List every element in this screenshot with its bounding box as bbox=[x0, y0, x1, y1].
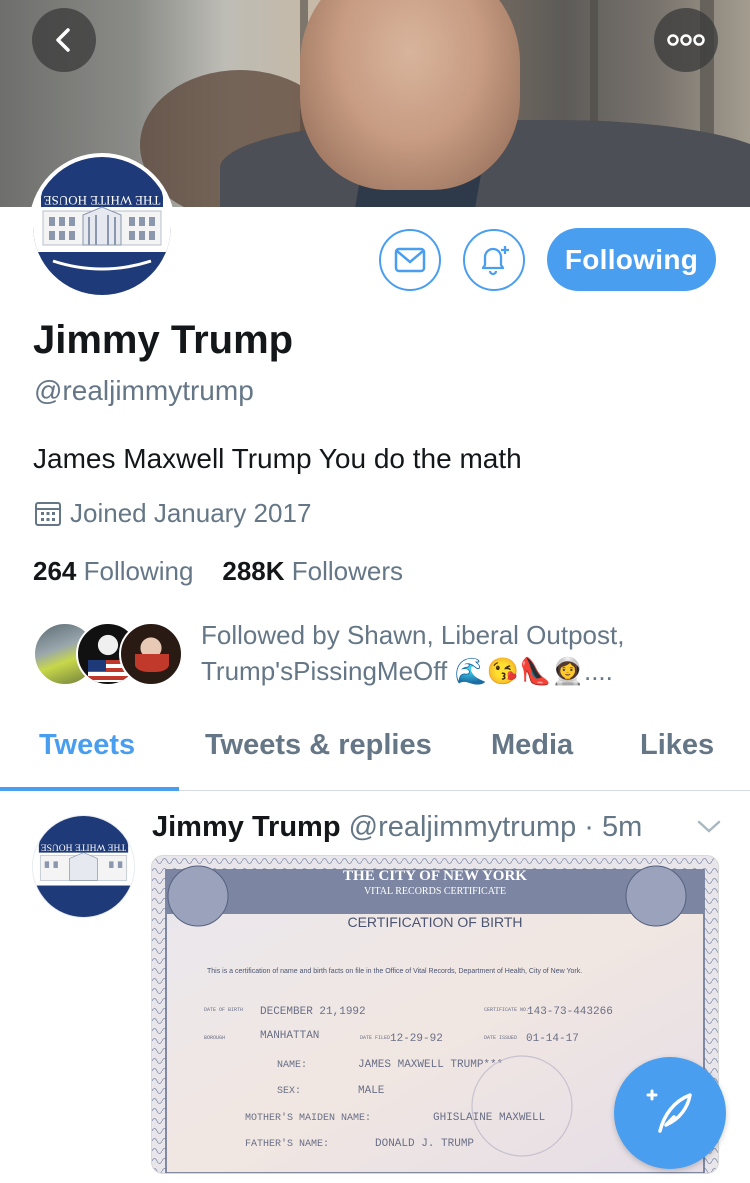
cert-heading: CERTIFICATION OF BIRTH bbox=[347, 914, 522, 930]
tweet-author-avatar[interactable]: WASHINGTON THE WHITE HOUSE bbox=[32, 815, 135, 918]
svg-text:12-29-92: 12-29-92 bbox=[390, 1033, 443, 1045]
white-house-logo-icon: WASHINGTON THE WHITE HOUSE bbox=[33, 816, 134, 917]
cert-city: THE CITY OF NEW YORK bbox=[343, 868, 527, 884]
svg-text:WASHINGTON: WASHINGTON bbox=[72, 169, 132, 179]
followers-count-link[interactable]: 288K Followers bbox=[222, 556, 403, 586]
svg-text:SEX:: SEX: bbox=[277, 1086, 301, 1097]
profile-avatar[interactable]: WASHINGTON THE WHITE HOUSE bbox=[29, 153, 175, 299]
followed-by-text[interactable]: Followed by Shawn, Liberal Outpost, Trum… bbox=[201, 617, 721, 689]
back-arrow-icon bbox=[56, 28, 70, 52]
tab-tweets-and-replies[interactable]: Tweets & replies bbox=[205, 729, 432, 762]
active-tab-indicator bbox=[0, 787, 179, 791]
following-count-link[interactable]: 264 Following bbox=[33, 556, 193, 586]
profile-bio: James Maxwell Trump You do the math bbox=[33, 443, 522, 474]
followed-by-avatars[interactable] bbox=[33, 622, 183, 688]
mail-icon bbox=[394, 247, 426, 273]
joined-date: Joined January 2017 bbox=[34, 498, 311, 529]
tweet-header: Jimmy Trump @realjimmytrump · 5m bbox=[152, 811, 642, 844]
notifications-button[interactable] bbox=[463, 229, 525, 291]
cert-statement: This is a certification of name and birt… bbox=[207, 968, 582, 975]
white-house-logo-icon: WASHINGTON THE WHITE HOUSE bbox=[33, 157, 171, 295]
back-button[interactable] bbox=[32, 8, 96, 72]
svg-text:MOTHER'S MAIDEN NAME:: MOTHER'S MAIDEN NAME: bbox=[245, 1112, 371, 1124]
more-dots-icon bbox=[667, 34, 705, 46]
profile-tabs: Tweets Tweets & replies Media Likes bbox=[0, 715, 750, 791]
svg-text:DECEMBER 21,1992: DECEMBER 21,1992 bbox=[260, 1006, 366, 1018]
svg-text:MALE: MALE bbox=[358, 1085, 385, 1097]
profile-name: Jimmy Trump bbox=[33, 318, 294, 362]
following-button[interactable]: Following bbox=[547, 228, 716, 291]
svg-text:NAME:: NAME: bbox=[277, 1060, 307, 1071]
svg-text:CERTIFICATE NO.: CERTIFICATE NO. bbox=[484, 1007, 529, 1013]
svg-text:DONALD J. TRUMP: DONALD J. TRUMP bbox=[375, 1138, 474, 1150]
svg-text:FATHER'S NAME:: FATHER'S NAME: bbox=[245, 1138, 329, 1150]
svg-text:DATE OF BIRTH: DATE OF BIRTH bbox=[204, 1007, 243, 1013]
joined-label: Joined January 2017 bbox=[70, 498, 312, 528]
tab-media[interactable]: Media bbox=[491, 729, 573, 762]
tab-likes[interactable]: Likes bbox=[640, 729, 714, 762]
svg-text:143-73-443266: 143-73-443266 bbox=[527, 1006, 613, 1018]
svg-text:BOROUGH: BOROUGH bbox=[204, 1035, 225, 1041]
svg-text:THE WHITE HOUSE: THE WHITE HOUSE bbox=[44, 193, 161, 208]
svg-text:JAMES MAXWELL TRUMP***: JAMES MAXWELL TRUMP*** bbox=[358, 1059, 503, 1071]
compose-feather-icon bbox=[646, 1089, 692, 1133]
more-options-button[interactable] bbox=[654, 8, 718, 72]
compose-tweet-button[interactable] bbox=[614, 1057, 726, 1169]
bell-plus-icon bbox=[481, 246, 509, 276]
svg-text:DATE FILED: DATE FILED bbox=[360, 1035, 390, 1041]
message-button[interactable] bbox=[379, 229, 441, 291]
profile-handle: @realjimmytrump bbox=[34, 375, 254, 406]
svg-text:DATE ISSUED: DATE ISSUED bbox=[484, 1035, 517, 1041]
svg-text:MANHATTAN: MANHATTAN bbox=[260, 1030, 319, 1042]
calendar-icon bbox=[35, 501, 61, 526]
svg-text:GHISLAINE MAXWELL: GHISLAINE MAXWELL bbox=[433, 1112, 545, 1124]
svg-text:THE WHITE HOUSE: THE WHITE HOUSE bbox=[41, 842, 127, 852]
follow-counts: 264 Following 288K Followers bbox=[33, 556, 403, 587]
tab-tweets[interactable]: Tweets bbox=[39, 729, 135, 762]
chevron-down-icon[interactable] bbox=[696, 818, 722, 836]
follower-avatar bbox=[119, 622, 183, 686]
tweet-author-name[interactable]: Jimmy Trump bbox=[152, 811, 341, 843]
tweet-meta: @realjimmytrump · 5m bbox=[348, 811, 643, 843]
svg-text:WASHINGTON: WASHINGTON bbox=[61, 824, 105, 831]
svg-text:01-14-17: 01-14-17 bbox=[526, 1033, 579, 1045]
cert-subtitle: VITAL RECORDS CERTIFICATE bbox=[364, 886, 506, 897]
